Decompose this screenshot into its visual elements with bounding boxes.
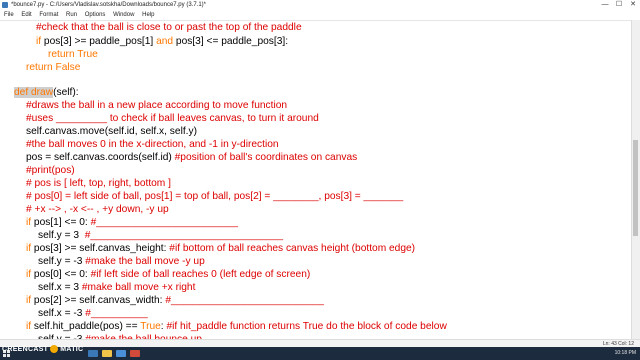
code-line[interactable]: return False (26, 61, 80, 74)
code-token: #__________ (85, 308, 148, 319)
taskbar-app-icon[interactable] (130, 350, 140, 357)
code-token: #check that the ball is close to or past… (36, 22, 302, 33)
code-token: return (48, 49, 75, 60)
code-token: self.hit_paddle(pos) == (31, 321, 141, 332)
code-token: (self): (53, 87, 79, 98)
code-token: #print(pos) (26, 165, 75, 176)
code-line[interactable]: if pos[1] <= 0: #_______________________… (26, 216, 238, 229)
code-token: #___________________________ (165, 295, 324, 306)
code-token: # +x --> , -x <-- , +y down, -y up (26, 204, 169, 215)
code-token: return (26, 62, 53, 73)
menu-options[interactable]: Options (85, 10, 106, 20)
code-line[interactable]: #the ball moves 0 in the x-direction, an… (26, 138, 279, 151)
menu-format[interactable]: Format (39, 10, 58, 20)
code-token: False (55, 62, 81, 73)
code-line[interactable]: return True (48, 48, 98, 61)
taskbar: 10:18 PM (0, 347, 640, 360)
code-token: self.x = -3 (38, 308, 86, 319)
taskbar-app-icon[interactable] (116, 350, 126, 357)
minimize-icon[interactable]: — (598, 0, 612, 10)
code-token: #if left side of ball reaches 0 (left ed… (90, 269, 311, 280)
maximize-icon[interactable]: ☐ (612, 0, 626, 10)
close-icon[interactable]: ✕ (626, 0, 640, 10)
code-line[interactable]: self.y = -3 #make the ball move -y up (38, 255, 205, 268)
record-icon (50, 345, 59, 353)
code-line[interactable]: # pos[0] = left side of ball, pos[1] = t… (26, 190, 403, 203)
code-line[interactable]: #draws the ball in a new place according… (26, 99, 287, 112)
scrollbar-thumb[interactable] (633, 140, 638, 236)
code-token: def draw (14, 87, 54, 98)
taskbar-app-icon[interactable] (102, 350, 112, 357)
code-line[interactable]: # pos is [ left, top, right, bottom ] (26, 177, 171, 190)
code-token: self.y = 3 (38, 230, 85, 241)
code-token: True (77, 49, 98, 60)
code-line[interactable]: pos = self.canvas.coords(self.id) #posit… (26, 151, 357, 164)
code-editor[interactable]: if pos[2] >= paddle_pos[0] and pos[0] <=… (0, 0, 632, 339)
code-token: #the ball moves 0 in the x-direction, an… (26, 139, 279, 150)
menu-window[interactable]: Window (113, 10, 134, 20)
code-line[interactable]: if pos[3] >= paddle_pos[1] and pos[3] <=… (36, 35, 288, 48)
code-token: pos[2] >= self.canvas_width: (31, 295, 166, 306)
code-token: # pos is [ left, top, right, bottom ] (26, 178, 171, 189)
code-line[interactable]: # +x --> , -x <-- , +y down, -y up (26, 203, 169, 216)
code-token: pos[3] >= self.canvas_height: (31, 243, 170, 254)
code-token: #uses _________ to check if ball leaves … (26, 113, 319, 124)
code-token: #draws the ball in a new place according… (26, 100, 288, 111)
title-bar: *bounce7.py - C:/Users/Vladislav.sotskha… (0, 0, 640, 10)
code-token: # pos[0] = left side of ball, pos[1] = t… (26, 191, 404, 202)
watermark-right: MATIC (60, 345, 84, 353)
code-line[interactable]: if pos[3] >= self.canvas_height: #if bot… (26, 242, 415, 255)
menu-edit[interactable]: Edit (21, 10, 31, 20)
code-token: True (140, 321, 161, 332)
code-token: self.x = 3 (38, 282, 82, 293)
menu-run[interactable]: Run (66, 10, 77, 20)
python-icon (2, 2, 8, 8)
code-line[interactable]: if pos[2] >= self.canvas_width: #_______… (26, 294, 324, 307)
menu-file[interactable]: File (4, 10, 14, 20)
tray-clock[interactable]: 10:18 PM (615, 347, 636, 360)
code-token: #__________________________________ (84, 230, 284, 241)
code-line[interactable]: #uses _________ to check if ball leaves … (26, 112, 319, 125)
window-controls: — ☐ ✕ (598, 0, 640, 10)
window-title: *bounce7.py - C:/Users/Vladislav.sotskha… (11, 2, 206, 8)
taskbar-app-icon[interactable] (88, 350, 98, 357)
code-token: and (156, 36, 174, 47)
code-line[interactable]: self.y = 3 #____________________________… (38, 229, 283, 242)
code-line[interactable]: #check that the ball is close to or past… (36, 21, 302, 34)
code-token: #if hit_paddle function returns True do … (166, 321, 447, 332)
code-line[interactable]: self.x = -3 #__________ (38, 307, 148, 320)
code-line[interactable]: if pos[0] <= 0: #if left side of ball re… (26, 268, 310, 281)
code-token: pos[1] <= 0: (31, 217, 91, 228)
code-line[interactable]: self.x = 3 #make ball move +x right (38, 281, 195, 294)
code-line[interactable]: self.canvas.move(self.id, self.x, self.y… (26, 125, 197, 138)
code-token: pos[0] <= 0: (31, 269, 91, 280)
code-line[interactable]: #print(pos) (26, 164, 75, 177)
code-token: #make the ball move -y up (85, 256, 205, 267)
code-token: #position of ball's coordinates on canva… (174, 152, 358, 163)
code-token: self.y = -3 (38, 256, 86, 267)
code-token: #make ball move +x right (81, 282, 196, 293)
menu-help[interactable]: Help (142, 10, 154, 20)
code-token: pos[3] <= paddle_pos[3]: (173, 36, 289, 47)
code-line[interactable]: def draw(self): (14, 86, 79, 99)
screencast-watermark: CREENCAST MATIC (2, 342, 83, 356)
code-token: #_________________________ (90, 217, 238, 228)
menu-bar: File Edit Format Run Options Window Help (0, 10, 640, 21)
code-line[interactable]: if self.hit_paddle(pos) == True: #if hit… (26, 320, 447, 333)
code-token: pos[3] >= paddle_pos[1] (41, 36, 157, 47)
code-token: pos = self.canvas.coords(self.id) (26, 152, 175, 163)
code-token: self.canvas.move(self.id, self.x, self.y… (26, 126, 197, 137)
code-token: #if bottom of ball reaches canvas height… (169, 243, 416, 254)
vertical-scrollbar[interactable] (631, 20, 640, 339)
watermark-left: CREENCAST (2, 345, 49, 353)
